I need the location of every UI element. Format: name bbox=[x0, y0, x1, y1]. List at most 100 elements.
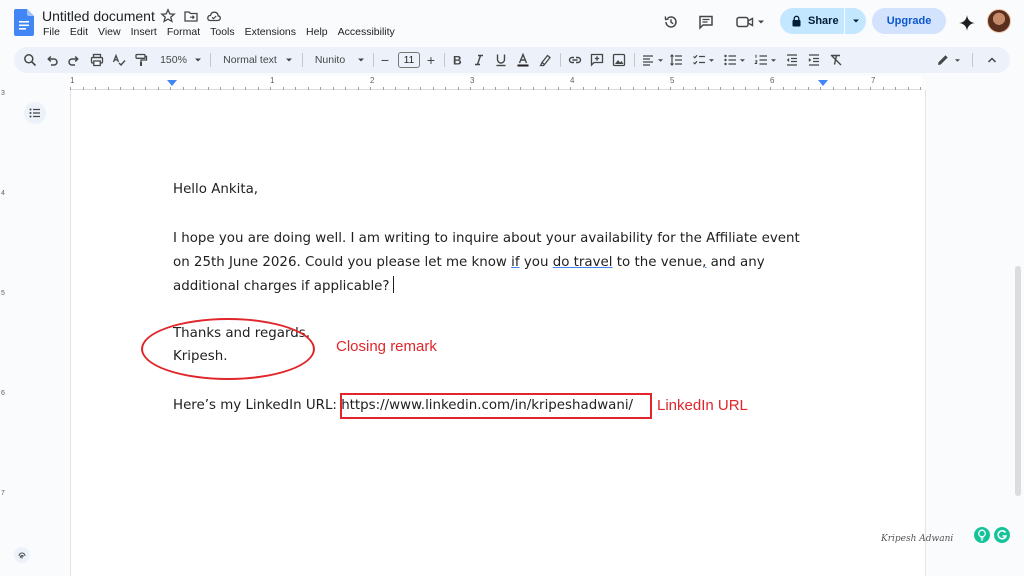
vertical-ruler-number: 5 bbox=[1, 290, 5, 297]
clear-formatting-button[interactable] bbox=[828, 51, 844, 69]
add-comment-button[interactable] bbox=[590, 51, 604, 69]
horizontal-ruler[interactable]: 1 1 2 3 4 5 6 7 bbox=[0, 76, 1024, 90]
highlight-color-button[interactable] bbox=[538, 51, 552, 69]
print-button[interactable] bbox=[89, 51, 105, 69]
scrollbar-thumb[interactable] bbox=[1015, 266, 1021, 496]
search-menus-button[interactable] bbox=[22, 51, 38, 69]
grammarly-icon[interactable] bbox=[994, 527, 1010, 543]
share-button[interactable]: Share bbox=[780, 8, 866, 34]
text-run: you bbox=[519, 255, 553, 270]
gemini-button[interactable] bbox=[956, 10, 978, 36]
text-run: to the venue bbox=[612, 255, 703, 270]
bold-button[interactable]: B bbox=[450, 51, 464, 69]
print-icon bbox=[90, 53, 104, 67]
spelling-check-button[interactable] bbox=[111, 51, 127, 69]
decrease-indent-icon bbox=[786, 54, 797, 66]
user-avatar[interactable] bbox=[987, 9, 1011, 33]
share-dropdown[interactable] bbox=[845, 18, 866, 24]
underline-button[interactable] bbox=[494, 51, 508, 69]
ruler-number: 7 bbox=[871, 76, 876, 85]
toolbar-divider bbox=[972, 53, 973, 67]
outline-list-icon bbox=[29, 108, 40, 118]
decrease-indent-button[interactable] bbox=[784, 51, 800, 69]
redo-button[interactable] bbox=[66, 51, 82, 69]
comments-button[interactable] bbox=[695, 9, 717, 35]
line-spacing-button[interactable] bbox=[668, 51, 684, 69]
text-run: additional charges if applicable? bbox=[173, 279, 390, 294]
hide-menus-button[interactable] bbox=[984, 51, 1000, 69]
gemini-sparkle-icon bbox=[959, 15, 975, 31]
font-value: Nunito bbox=[314, 54, 346, 66]
lock-icon bbox=[792, 15, 801, 27]
highlighter-icon bbox=[539, 54, 551, 67]
lightbulb-extension-icon[interactable] bbox=[974, 527, 990, 543]
comment-icon bbox=[699, 15, 713, 30]
text-cursor bbox=[392, 276, 394, 293]
search-icon bbox=[24, 54, 37, 67]
chevron-down-icon bbox=[954, 58, 960, 62]
ruler-number: 3 bbox=[470, 76, 475, 85]
undo-icon bbox=[47, 55, 58, 66]
insert-link-button[interactable] bbox=[568, 51, 582, 69]
increase-font-size-button[interactable]: + bbox=[424, 51, 438, 69]
vertical-ruler-number: 6 bbox=[1, 390, 5, 397]
greeting-line[interactable]: Hello Ankita, bbox=[173, 178, 258, 202]
italic-button[interactable] bbox=[472, 51, 486, 69]
toolbar-divider bbox=[444, 53, 445, 67]
version-history-button[interactable] bbox=[660, 9, 682, 35]
chevron-up-icon bbox=[987, 57, 997, 63]
spellcheck-icon bbox=[112, 53, 126, 67]
grammar-suggestion[interactable]: do travel bbox=[553, 255, 613, 270]
redo-icon bbox=[68, 55, 79, 66]
decrease-font-size-button[interactable]: − bbox=[378, 51, 392, 69]
left-indent-marker[interactable] bbox=[167, 80, 177, 86]
add-comment-icon bbox=[590, 53, 604, 67]
paint-format-button[interactable] bbox=[133, 51, 149, 69]
font-size-field[interactable]: 11 bbox=[397, 51, 421, 69]
align-left-icon bbox=[642, 55, 653, 66]
font-select[interactable]: Nunito bbox=[310, 51, 370, 69]
ruler-number: 1 bbox=[70, 76, 75, 85]
bulleted-list-select[interactable] bbox=[721, 51, 747, 69]
paragraph-style-select[interactable]: Normal text bbox=[218, 51, 298, 69]
undo-button[interactable] bbox=[44, 51, 60, 69]
paragraph-line-2[interactable]: on 25th June 2026. Could you please let … bbox=[173, 251, 765, 275]
text-color-button[interactable] bbox=[516, 51, 530, 69]
font-size-value: 11 bbox=[398, 52, 420, 68]
increase-indent-button[interactable] bbox=[806, 51, 822, 69]
increase-indent-icon bbox=[808, 54, 819, 66]
signature-watermark: Kripesh Adwani bbox=[881, 534, 954, 544]
line-spacing-icon bbox=[670, 54, 682, 66]
editing-mode-select[interactable] bbox=[934, 51, 962, 69]
ruler-number: 2 bbox=[370, 76, 375, 85]
paragraph-line-3[interactable]: additional charges if applicable? bbox=[173, 275, 394, 299]
toolbar-divider bbox=[560, 53, 561, 67]
bold-icon: B bbox=[453, 54, 462, 68]
linkedin-url-highlight-box bbox=[340, 393, 652, 419]
paragraph-style-value: Normal text bbox=[223, 54, 277, 66]
upgrade-button[interactable]: Upgrade bbox=[872, 8, 946, 34]
video-camera-icon bbox=[735, 16, 753, 28]
meet-button[interactable] bbox=[733, 9, 767, 35]
chevron-down-icon bbox=[194, 58, 201, 62]
numbered-list-select[interactable] bbox=[752, 51, 778, 69]
align-select[interactable] bbox=[640, 51, 664, 69]
closing-remark-highlight-ellipse bbox=[141, 318, 315, 380]
clear-formatting-icon bbox=[830, 54, 842, 66]
insert-image-button[interactable] bbox=[612, 51, 626, 69]
document-outline-button[interactable] bbox=[24, 102, 46, 124]
paragraph-line-1[interactable]: I hope you are doing well. I am writing … bbox=[173, 227, 800, 251]
right-indent-marker[interactable] bbox=[818, 80, 828, 86]
chevron-down-icon bbox=[285, 58, 292, 62]
chevron-down-icon bbox=[852, 19, 859, 23]
zoom-select[interactable]: 150% bbox=[157, 51, 205, 69]
checklist-select[interactable] bbox=[690, 51, 716, 69]
pencil-icon bbox=[937, 55, 948, 65]
underline-icon bbox=[496, 54, 506, 67]
vertical-ruler-number: 3 bbox=[1, 90, 5, 97]
link-icon bbox=[568, 56, 582, 64]
image-icon bbox=[612, 53, 626, 67]
grammar-suggestion[interactable]: if bbox=[511, 255, 519, 270]
share-label: Share bbox=[808, 15, 839, 27]
fingerprint-icon[interactable] bbox=[14, 547, 30, 563]
